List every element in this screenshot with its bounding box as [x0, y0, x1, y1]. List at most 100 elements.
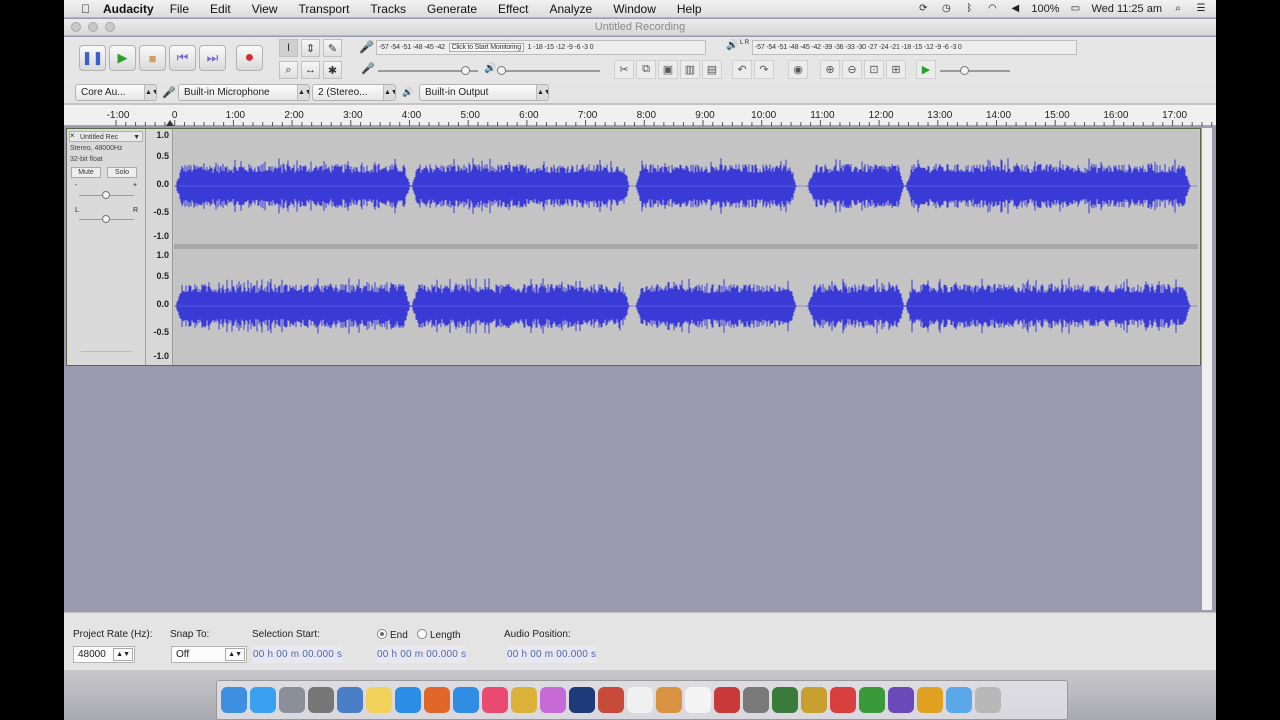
dock-itunes-icon[interactable]: [482, 687, 508, 713]
stop-button[interactable]: ■: [139, 45, 166, 71]
menu-analyze[interactable]: Analyze: [550, 2, 593, 16]
dock-folder-icon[interactable]: [946, 687, 972, 713]
playback-device-select[interactable]: Built-in Output ▲▼: [419, 84, 549, 101]
track-name-menu[interactable]: Untitled Rec ▼: [69, 131, 143, 142]
bluetooth-icon[interactable]: ᛒ: [962, 3, 976, 15]
selection-tool-icon[interactable]: I: [279, 39, 298, 57]
dock-firefox-icon[interactable]: [424, 687, 450, 713]
menu-view[interactable]: View: [252, 2, 278, 16]
play-button[interactable]: ▶: [109, 45, 136, 71]
copy-icon[interactable]: ⧉: [636, 60, 656, 79]
project-rate-select[interactable]: 48000 ▲▼: [73, 646, 135, 663]
selection-end-time[interactable]: 00 h 00 m 00.000 s: [377, 646, 467, 663]
dock-safari2-icon[interactable]: [453, 687, 479, 713]
waveform[interactable]: [174, 129, 1198, 365]
record-button[interactable]: ●: [236, 45, 263, 71]
dock-games-icon[interactable]: [772, 687, 798, 713]
recording-channels-select[interactable]: 2 (Stereo... ▲▼: [312, 84, 396, 101]
dock-photos-icon[interactable]: [540, 687, 566, 713]
zoom-out-icon[interactable]: ⊖: [842, 60, 862, 79]
play-speed-slider[interactable]: [940, 70, 1010, 72]
trim-icon[interactable]: ▥: [680, 60, 700, 79]
menu-app-name[interactable]: Audacity: [103, 2, 154, 16]
dock-chrome-icon[interactable]: [511, 687, 537, 713]
track-panel[interactable]: × Untitled Rec ▼ Stereo, 48000Hz 32-bit f…: [64, 126, 1216, 621]
fit-project-icon[interactable]: ⊞: [886, 60, 906, 79]
menu-tracks[interactable]: Tracks: [370, 2, 406, 16]
record-meter-prompt[interactable]: Click to Start Monitoring: [448, 43, 524, 52]
snap-to-select[interactable]: Off ▲▼: [171, 646, 247, 663]
menu-edit[interactable]: Edit: [210, 2, 231, 16]
timemachine-icon[interactable]: ◷: [939, 3, 953, 15]
mute-button[interactable]: Mute: [71, 167, 101, 178]
menu-file[interactable]: File: [170, 2, 189, 16]
vertical-scrollbar[interactable]: [1202, 128, 1212, 610]
dock-trash-icon[interactable]: [975, 687, 1001, 713]
battery-percent[interactable]: 100%: [1031, 3, 1059, 15]
paste-icon[interactable]: ▣: [658, 60, 678, 79]
menu-generate[interactable]: Generate: [427, 2, 477, 16]
record-meter[interactable]: -57 -54 -51 -48 -45 -42 Click to Start M…: [376, 40, 706, 55]
timeshift-tool-icon[interactable]: ↔: [301, 61, 320, 79]
skip-to-start-button[interactable]: ⏮: [169, 45, 196, 71]
track-resize-handle[interactable]: [81, 351, 131, 352]
input-volume-knob[interactable]: [461, 66, 470, 75]
dock-filezilla-icon[interactable]: [859, 687, 885, 713]
menu-transport[interactable]: Transport: [299, 2, 350, 16]
undo-icon[interactable]: ↶: [732, 60, 752, 79]
apple-icon[interactable]: : [81, 2, 90, 16]
sync-lock-icon[interactable]: ◉: [788, 60, 808, 79]
output-volume-slider[interactable]: [500, 70, 600, 72]
selection-start-time[interactable]: 00 h 00 m 00.000 s: [253, 646, 343, 663]
redo-icon[interactable]: ↷: [754, 60, 774, 79]
dock-photoshop-icon[interactable]: [569, 687, 595, 713]
playback-meter[interactable]: -57 -54 -51 -48 -45 -42 -39 -36 -33 -30 …: [752, 40, 1077, 55]
vertical-scale[interactable]: 1.0 0.5 0.0 -0.5 -1.0 1.0 0.5 0.0 -0.5 -…: [146, 129, 173, 365]
spotlight-icon[interactable]: ⌕: [1171, 3, 1185, 15]
dock-textedit-icon[interactable]: [627, 687, 653, 713]
silence-icon[interactable]: ▤: [702, 60, 722, 79]
dock-reminders-icon[interactable]: [685, 687, 711, 713]
dock-audacity-icon[interactable]: [917, 687, 943, 713]
dock-finder-icon[interactable]: [221, 687, 247, 713]
dock-pages-icon[interactable]: [656, 687, 682, 713]
dock-mail-icon[interactable]: [743, 687, 769, 713]
draw-tool-icon[interactable]: ✎: [323, 39, 342, 57]
timeline-ruler[interactable]: -1:00 0 1:00 2:00 3:00 4:00 5:00 6:00 7:00 8:00 9:…: [64, 105, 1216, 126]
cut-icon[interactable]: ✂: [614, 60, 634, 79]
dock-imovie-icon[interactable]: [888, 687, 914, 713]
envelope-tool-icon[interactable]: ⇕: [301, 39, 320, 57]
multi-tool-icon[interactable]: ✱: [323, 61, 342, 79]
recording-device-select[interactable]: Built-in Microphone ▲▼: [178, 84, 310, 101]
gain-knob[interactable]: [102, 191, 110, 199]
end-radio-icon[interactable]: [377, 629, 387, 639]
pause-button[interactable]: ❚❚: [79, 45, 106, 71]
menu-help[interactable]: Help: [677, 2, 702, 16]
end-radio[interactable]: End: [377, 629, 408, 641]
dock-safari-icon[interactable]: [250, 687, 276, 713]
audio-track[interactable]: × Untitled Rec ▼ Stereo, 48000Hz 32-bit f…: [66, 128, 1201, 366]
volume-icon[interactable]: ◀: [1008, 3, 1022, 15]
dock-preview-icon[interactable]: [337, 687, 363, 713]
playback-meter-speaker-icon[interactable]: 🔊: [726, 40, 738, 51]
track-control-panel[interactable]: × Untitled Rec ▼ Stereo, 48000Hz 32-bit f…: [67, 129, 146, 365]
menu-effect[interactable]: Effect: [498, 2, 528, 16]
dock-notes-icon[interactable]: [366, 687, 392, 713]
length-radio[interactable]: Length: [417, 629, 461, 641]
play-speed-knob[interactable]: [960, 66, 969, 75]
wifi-icon[interactable]: ◠: [985, 3, 999, 15]
zoom-in-icon[interactable]: ⊕: [820, 60, 840, 79]
fit-selection-icon[interactable]: ⊡: [864, 60, 884, 79]
audio-position-time[interactable]: 00 h 00 m 00.000 s: [507, 646, 597, 663]
length-radio-icon[interactable]: [417, 629, 427, 639]
dock-edge-icon[interactable]: [395, 687, 421, 713]
sync-icon[interactable]: ⟳: [916, 3, 930, 15]
dock-gigabyte-icon[interactable]: [801, 687, 827, 713]
notification-icon[interactable]: ☰: [1194, 3, 1208, 15]
pan-knob[interactable]: [102, 215, 110, 223]
clock[interactable]: Wed 11:25 am: [1091, 3, 1162, 15]
record-meter-mic-icon[interactable]: 🎤: [359, 40, 374, 54]
audio-host-select[interactable]: Core Au... ▲▼: [75, 84, 157, 101]
dock-parallels-icon[interactable]: [598, 687, 624, 713]
dock-zq-icon[interactable]: [830, 687, 856, 713]
